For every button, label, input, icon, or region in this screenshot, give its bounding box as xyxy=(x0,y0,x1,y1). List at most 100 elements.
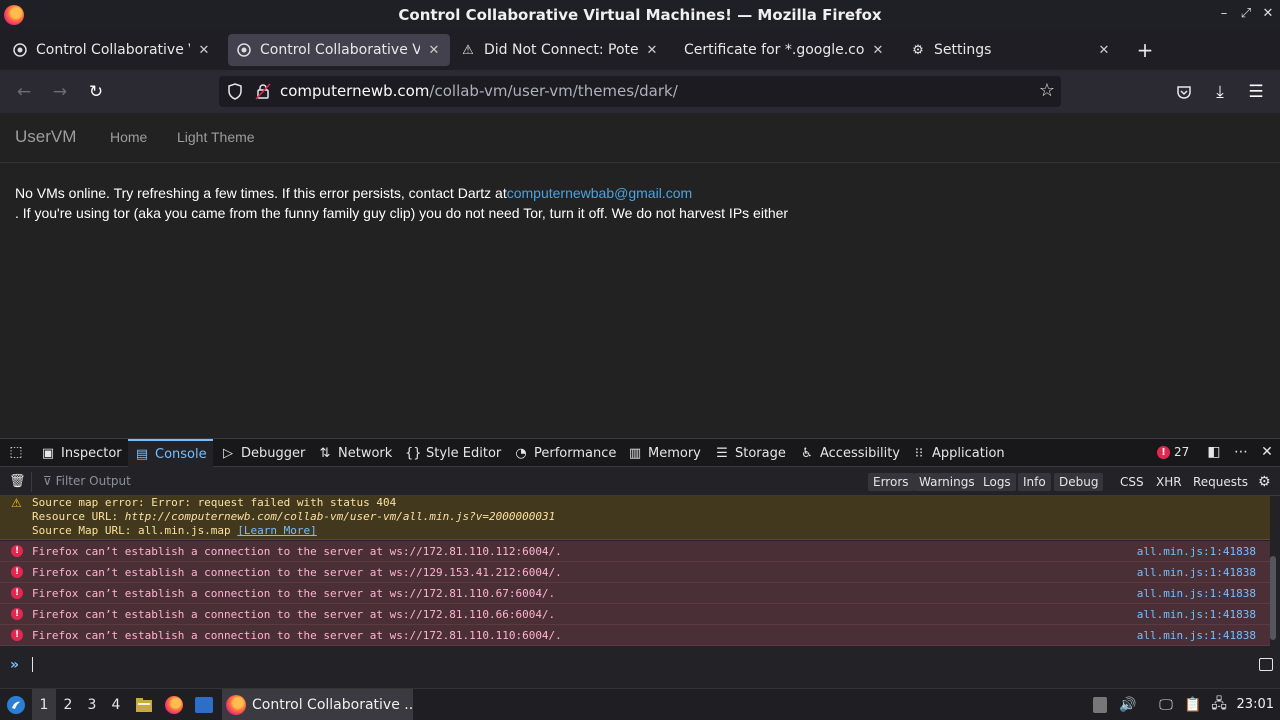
gear-icon: ⚙ xyxy=(912,42,924,58)
memory-icon: ▥ xyxy=(628,445,642,461)
warning-line: Source map error: Error: request failed … xyxy=(32,496,397,509)
back-button[interactable]: ← xyxy=(12,80,36,104)
error-source-link[interactable]: all.min.js:1:41838 xyxy=(1137,629,1256,642)
filter-requests-button[interactable]: Requests xyxy=(1193,473,1248,491)
element-picker-icon[interactable]: ⬚ xyxy=(7,444,25,460)
close-window-icon[interactable]: ✕ xyxy=(1259,6,1277,21)
learn-more-link[interactable]: [Learn More] xyxy=(237,524,316,537)
devtools-tab-debugger[interactable]: ▷ Debugger xyxy=(220,439,305,467)
tab-settings[interactable]: ⚙ Settings ✕ xyxy=(902,34,1120,66)
terminal-launcher-icon[interactable] xyxy=(193,689,215,720)
tab-close-icon[interactable]: ✕ xyxy=(1096,43,1112,58)
devtools-tab-application[interactable]: ⁝⁝ Application xyxy=(911,439,1005,467)
devtools-tab-memory[interactable]: ▥ Memory xyxy=(627,439,701,467)
bookmark-star-icon[interactable]: ☆ xyxy=(1039,80,1055,101)
pocket-icon[interactable] xyxy=(1172,80,1196,104)
error-count-badge[interactable]: ! 27 xyxy=(1157,445,1189,459)
error-source-link[interactable]: all.min.js:1:41838 xyxy=(1137,545,1256,558)
filter-warnings-button[interactable]: Warnings xyxy=(914,473,980,491)
workspace-1[interactable]: 1 xyxy=(32,689,56,720)
network-tray-icon[interactable]: 🖧 xyxy=(1208,689,1230,720)
style-editor-icon: {} xyxy=(405,445,422,461)
firefox-launcher-icon[interactable] xyxy=(163,689,185,720)
tab-close-icon[interactable]: ✕ xyxy=(870,43,886,58)
devtools-tab-inspector[interactable]: ▣ Inspector xyxy=(40,439,122,467)
reload-button[interactable]: ↻ xyxy=(84,80,108,104)
hamburger-menu-icon[interactable]: ☰ xyxy=(1244,80,1268,104)
display-icon[interactable]: 🖵 xyxy=(1155,689,1177,720)
contact-email-link[interactable]: computernewbab@gmail.com xyxy=(507,185,692,201)
console-input[interactable]: » xyxy=(0,648,1280,688)
filter-info-button[interactable]: Info xyxy=(1018,473,1051,491)
nav-link-home[interactable]: Home xyxy=(110,129,147,145)
taskbar-window-firefox[interactable]: Control Collaborative ... xyxy=(222,689,413,720)
minimize-icon[interactable]: – xyxy=(1215,6,1233,21)
close-devtools-icon[interactable]: ✕ xyxy=(1258,444,1276,460)
filter-xhr-button[interactable]: XHR xyxy=(1156,473,1182,491)
error-icon: ! xyxy=(11,629,23,641)
tab-collab-vm-2[interactable]: Control Collaborative Virtual Machines! … xyxy=(228,34,450,66)
error-icon: ! xyxy=(11,545,23,557)
devtools-tab-network[interactable]: ⇅ Network xyxy=(317,439,393,467)
more-options-icon[interactable]: ⋯ xyxy=(1232,444,1250,460)
workspace-4[interactable]: 4 xyxy=(104,689,128,720)
clipboard-icon[interactable]: 📋 xyxy=(1182,689,1204,720)
url-path: /collab-vm/user-vm/themes/dark/ xyxy=(429,82,678,100)
filter-logs-button[interactable]: Logs xyxy=(978,473,1016,491)
tab-did-not-connect[interactable]: ⚠ Did Not Connect: Potential Security Is… xyxy=(452,34,668,66)
workspace-2[interactable]: 2 xyxy=(56,689,80,720)
tray-update-icon[interactable] xyxy=(1090,689,1110,720)
file-manager-icon[interactable] xyxy=(133,689,155,720)
console-settings-gear-icon[interactable]: ⚙ xyxy=(1258,473,1271,491)
network-icon: ⇅ xyxy=(319,445,331,461)
workspace-3[interactable]: 3 xyxy=(80,689,104,720)
forward-button[interactable]: → xyxy=(48,80,72,104)
warning-resource-url: Resource URL: http://computernewb.com/co… xyxy=(32,510,556,523)
devtools-tab-accessibility[interactable]: ♿ Accessibility xyxy=(799,439,900,467)
tab-collab-vm-1[interactable]: Control Collaborative Virtual Machines! … xyxy=(4,34,220,66)
console-error-message: ! Firefox can’t establish a connection t… xyxy=(0,625,1270,646)
clear-console-icon[interactable]: 🗑 xyxy=(9,474,26,489)
nav-link-light-theme[interactable]: Light Theme xyxy=(177,129,255,145)
tab-certificate[interactable]: Certificate for *.google.com ✕ xyxy=(676,34,894,66)
devtools-tab-storage[interactable]: ☰ Storage xyxy=(714,439,786,467)
start-menu-icon[interactable] xyxy=(4,689,28,720)
navigation-toolbar: ← → ↻ computernewb.com/collab-vm/user-vm… xyxy=(0,70,1280,113)
firefox-logo-icon xyxy=(4,5,24,25)
devtools-tab-style-editor[interactable]: {} Style Editor xyxy=(405,439,501,467)
error-source-link[interactable]: all.min.js:1:41838 xyxy=(1137,566,1256,579)
inspector-icon: ▣ xyxy=(41,445,55,461)
devtools-tab-console[interactable]: ▤ Console xyxy=(128,439,213,467)
filter-css-button[interactable]: CSS xyxy=(1120,473,1144,491)
console-error-message: ! Firefox can’t establish a connection t… xyxy=(0,583,1270,604)
tab-close-icon[interactable]: ✕ xyxy=(196,43,212,58)
maximize-icon[interactable]: ⤢ xyxy=(1237,6,1255,21)
site-brand[interactable]: UserVM xyxy=(15,127,76,147)
error-source-link[interactable]: all.min.js:1:41838 xyxy=(1137,587,1256,600)
console-scrollbar[interactable] xyxy=(1270,556,1276,640)
prompt-chevron-icon: » xyxy=(10,657,20,673)
filter-errors-button[interactable]: Errors xyxy=(868,473,914,491)
insecure-lock-icon[interactable] xyxy=(255,83,271,100)
filter-output-input[interactable]: ⊽ Filter Output xyxy=(43,474,131,488)
error-source-link[interactable]: all.min.js:1:41838 xyxy=(1137,608,1256,621)
devtools-tab-performance[interactable]: ◔ Performance xyxy=(513,439,616,467)
editor-mode-icon[interactable] xyxy=(1259,658,1273,671)
taskbar-clock[interactable]: 23:01 xyxy=(1237,697,1274,712)
window-title: Control Collaborative Virtual Machines! … xyxy=(398,6,882,24)
url-text[interactable]: computernewb.com/collab-vm/user-vm/theme… xyxy=(280,82,678,100)
volume-icon[interactable]: 🔊 xyxy=(1118,689,1138,720)
filter-debug-button[interactable]: Debug xyxy=(1054,473,1104,491)
dock-side-icon[interactable]: ◧ xyxy=(1205,444,1223,460)
tab-close-icon[interactable]: ✕ xyxy=(644,43,660,58)
storage-icon: ☰ xyxy=(716,445,728,461)
tracking-shield-icon[interactable] xyxy=(227,83,243,100)
performance-icon: ◔ xyxy=(515,445,527,461)
accessibility-icon: ♿ xyxy=(801,445,813,461)
tab-close-icon[interactable]: ✕ xyxy=(426,43,442,58)
new-tab-button[interactable]: + xyxy=(1134,38,1156,62)
error-icon: ! xyxy=(11,566,23,578)
url-bar[interactable]: computernewb.com/collab-vm/user-vm/theme… xyxy=(219,76,1061,107)
console-output: ⚠ Source map error: Error: request faile… xyxy=(0,496,1280,648)
downloads-icon[interactable]: ⤓ xyxy=(1208,80,1232,104)
